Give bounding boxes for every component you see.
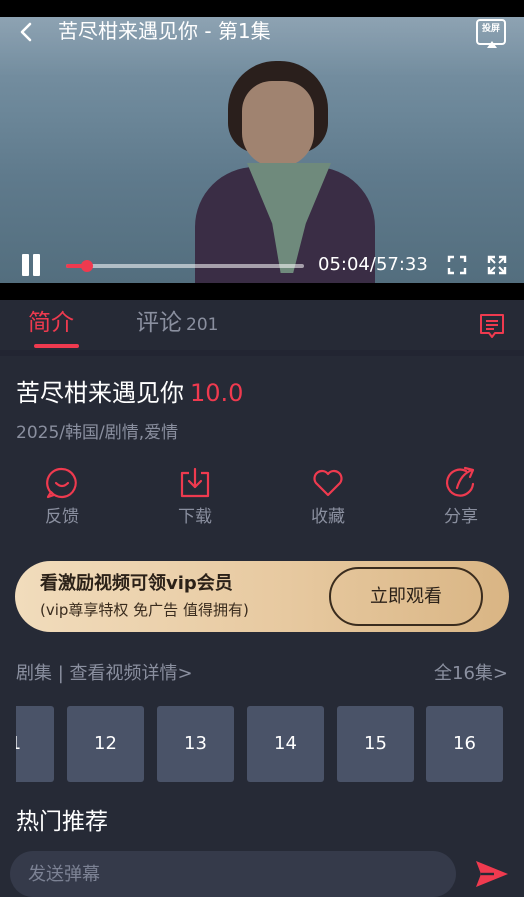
watch-now-button[interactable]: 立即观看 (329, 567, 483, 626)
tab-active-indicator (34, 344, 79, 348)
episode-item[interactable]: 13 (157, 706, 234, 782)
favorite-button[interactable]: 收藏 (278, 464, 378, 540)
player-controls: 05:04/57:33 (0, 248, 524, 280)
vip-title: 看激励视频可领vip会员 (40, 573, 233, 594)
episodes-header: 剧集 | 查看视频详情> 全16集> (16, 660, 508, 688)
vip-subtitle: (vip尊享特权 免广告 值得拥有) (40, 601, 249, 619)
download-icon (180, 467, 210, 498)
show-name: 苦尽柑来遇见你 (16, 379, 184, 407)
video-title: 苦尽柑来遇见你 - 第1集 (58, 19, 271, 43)
share-icon (445, 466, 475, 497)
cast-screen-icon[interactable]: 投屏 (476, 19, 506, 48)
episode-item[interactable]: 12 (67, 706, 144, 782)
current-time: 05:04 (318, 254, 370, 275)
share-button[interactable]: 分享 (411, 464, 511, 540)
comments-count: 201 (186, 315, 219, 335)
download-button[interactable]: 下载 (145, 464, 245, 540)
tab-comments[interactable]: 评论 201 (136, 308, 218, 340)
share-label: 分享 (444, 507, 478, 527)
time-readout: 05:04/57:33 (318, 252, 428, 278)
progress-bar[interactable] (66, 260, 304, 272)
vip-banner[interactable]: 看激励视频可领vip会员 (vip尊享特权 免广告 值得拥有) 立即观看 (15, 561, 509, 632)
episode-list[interactable]: 1 12 13 14 15 16 (16, 706, 524, 782)
detail-tabs: 简介 评论 201 (0, 300, 524, 356)
tab-comments-label: 评论 (136, 310, 182, 336)
duration: 57:33 (375, 254, 428, 275)
danmaku-bar (0, 848, 524, 897)
danmaku-list-icon[interactable] (478, 312, 506, 340)
fullscreen-lock-icon[interactable] (447, 255, 467, 275)
player-top-bar: 苦尽柑来遇见你 - 第1集 投屏 (0, 17, 524, 48)
video-frame[interactable] (0, 17, 524, 283)
episode-item[interactable]: 14 (247, 706, 324, 782)
episodes-detail-link[interactable]: 剧集 | 查看视频详情> (16, 660, 193, 688)
show-score: 10.0 (190, 379, 244, 407)
feedback-button[interactable]: 反馈 (12, 464, 112, 540)
episode-item[interactable]: 16 (426, 706, 503, 782)
tab-intro[interactable]: 简介 (28, 308, 74, 338)
back-icon[interactable] (16, 21, 38, 43)
feedback-icon (46, 467, 77, 499)
show-title: 苦尽柑来遇见你 10.0 (16, 377, 243, 409)
episode-item[interactable]: 15 (337, 706, 414, 782)
send-icon[interactable] (474, 858, 510, 890)
video-player[interactable]: 苦尽柑来遇见你 - 第1集 投屏 05:04/57:33 (0, 0, 524, 300)
danmaku-input[interactable] (10, 851, 456, 897)
show-meta: 2025/韩国/剧情,爱情 (16, 423, 179, 443)
recommend-title: 热门推荐 (16, 809, 108, 835)
progress-thumb[interactable] (80, 260, 93, 272)
feedback-label: 反馈 (45, 507, 79, 527)
cast-screen-label: 投屏 (481, 24, 500, 34)
heart-icon (313, 469, 343, 497)
episode-item[interactable]: 1 (16, 706, 54, 782)
fullscreen-icon[interactable] (487, 255, 507, 275)
download-label: 下载 (178, 507, 212, 527)
all-episodes-link[interactable]: 全16集> (434, 660, 508, 688)
favorite-label: 收藏 (311, 507, 345, 527)
action-row: 反馈 下载 收藏 分享 (0, 464, 524, 544)
pause-button[interactable] (18, 252, 44, 278)
